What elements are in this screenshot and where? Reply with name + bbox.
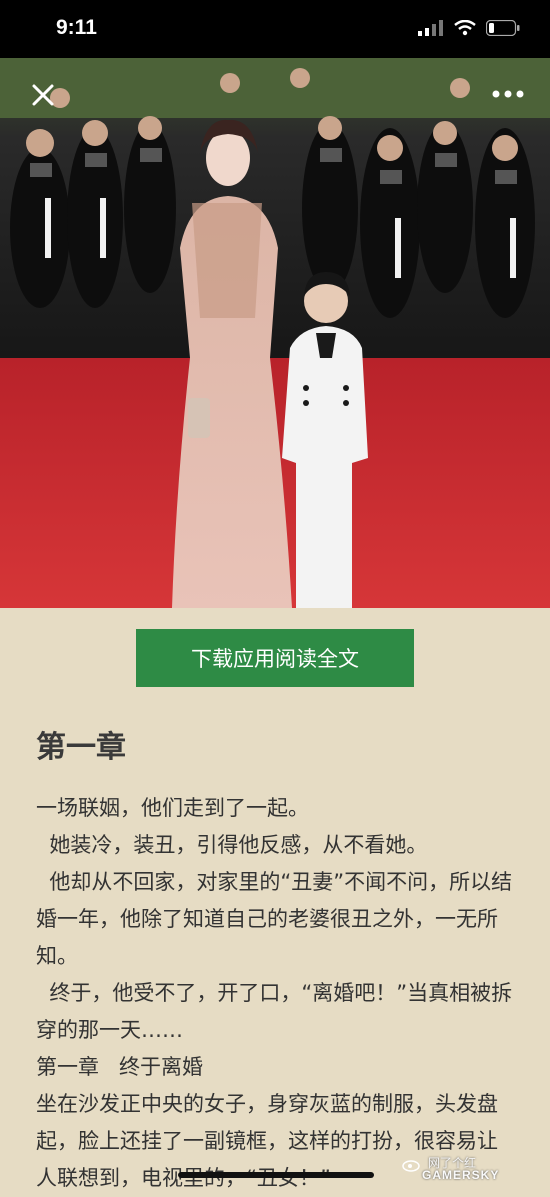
red-carpet-photo (0, 58, 550, 608)
watermark: 网了个红 GAMERSKY (400, 1152, 540, 1184)
weibo-icon (402, 1160, 420, 1172)
watermark-brand: GAMERSKY (422, 1168, 500, 1182)
hero-image (0, 58, 550, 608)
battery-icon (486, 20, 520, 36)
status-time: 9:11 (56, 16, 97, 39)
cta-section: 下载应用阅读全文 (0, 608, 550, 708)
status-icons (418, 20, 520, 36)
article-body: 一场联姻，他们走到了一起。 她装冷，装丑，引得他反感，从不看她。 他却从不回家，… (36, 790, 516, 1197)
wifi-icon (454, 20, 476, 36)
article-paragraph: 一场联姻，他们走到了一起。 (36, 796, 309, 820)
article-paragraph: 终于，他受不了，开了口，“离婚吧！”当真相被拆穿的那一天…… (36, 981, 513, 1042)
download-app-button[interactable]: 下载应用阅读全文 (136, 629, 414, 687)
status-bar: 9:11 (0, 0, 550, 58)
article-paragraph: 他却从不回家，对家里的“丑妻”不闻不问，所以结婚一年，他除了知道自己的老婆很丑之… (36, 870, 513, 968)
signal-icon (418, 20, 443, 36)
chapter-title: 第一章 (36, 730, 126, 765)
more-icon[interactable] (488, 82, 528, 106)
home-indicator (178, 1172, 374, 1178)
article-paragraph: 第一章 终于离婚 (36, 1055, 204, 1079)
article-paragraph: 她装冷，装丑，引得他反感，从不看她。 (36, 833, 428, 857)
close-icon[interactable] (28, 80, 58, 110)
